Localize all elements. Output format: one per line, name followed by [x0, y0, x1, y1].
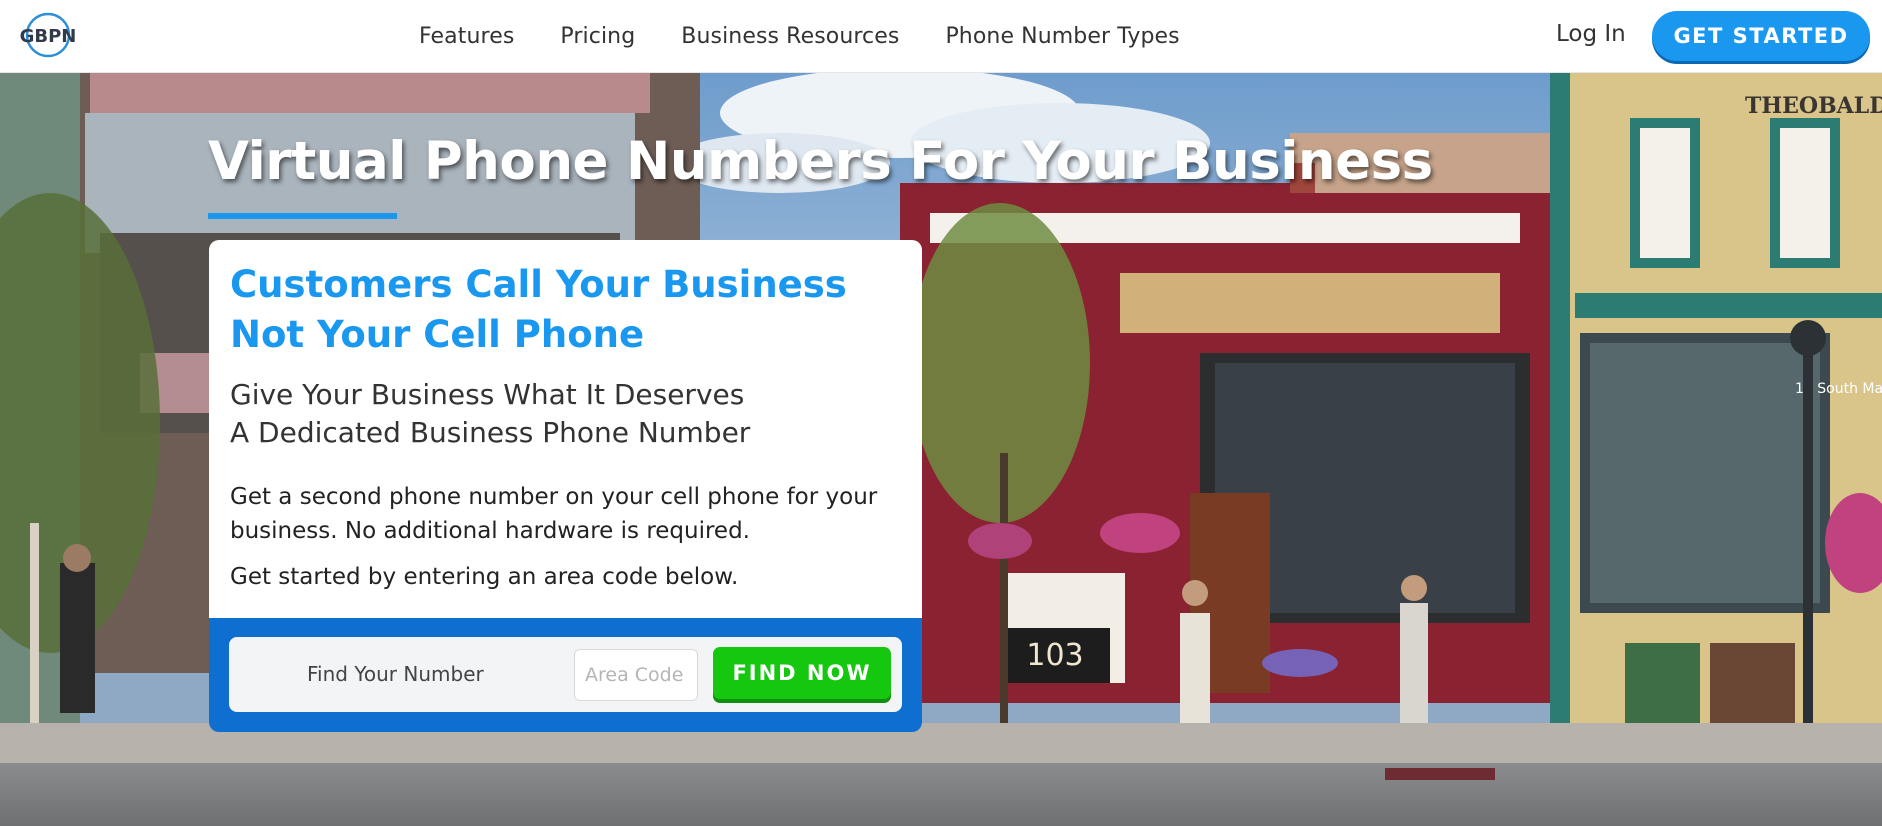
card-heading: Customers Call Your Business Not Your Ce… — [230, 260, 910, 360]
area-code-input[interactable] — [574, 649, 698, 701]
number-search-box: Find Your Number FIND NOW — [229, 637, 902, 712]
hero-card: Customers Call Your Business Not Your Ce… — [209, 240, 922, 618]
nav-link-phone-number-types[interactable]: Phone Number Types — [945, 24, 1179, 49]
gbpn-logo[interactable]: GBPN — [8, 12, 88, 58]
card-subheading-line-2: A Dedicated Business Phone Number — [230, 416, 751, 449]
login-link[interactable]: Log In — [1556, 21, 1626, 47]
nav-link-business-resources[interactable]: Business Resources — [681, 24, 899, 49]
svg-text:THEOBALD: THEOBALD — [1745, 93, 1882, 119]
find-number-label: Find Your Number — [307, 662, 484, 686]
card-description: Get a second phone number on your cell p… — [230, 484, 878, 544]
svg-text:GBPN: GBPN — [20, 26, 77, 47]
hero-section: 103 THEOBALD 10 South Main — [0, 73, 1882, 826]
find-now-button[interactable]: FIND NOW — [713, 647, 891, 699]
title-underline — [208, 213, 397, 219]
primary-nav: Features Pricing Business Resources Phon… — [419, 0, 1180, 73]
card-instruction: Get started by entering an area code bel… — [230, 564, 739, 590]
hero-title: Virtual Phone Numbers For Your Business — [208, 131, 1433, 192]
card-heading-line-2: Not Your Cell Phone — [230, 313, 645, 356]
get-started-button[interactable]: GET STARTED — [1652, 11, 1870, 61]
nav-link-features[interactable]: Features — [419, 24, 514, 49]
top-nav: GBPN Features Pricing Business Resources… — [0, 0, 1882, 73]
card-subheading: Give Your Business What It Deserves A De… — [230, 376, 910, 452]
number-search-band: Find Your Number FIND NOW — [209, 618, 922, 732]
svg-text:103: 103 — [1026, 638, 1083, 673]
card-heading-line-1: Customers Call Your Business — [230, 263, 847, 306]
card-subheading-line-1: Give Your Business What It Deserves — [230, 378, 745, 411]
nav-link-pricing[interactable]: Pricing — [560, 24, 635, 49]
